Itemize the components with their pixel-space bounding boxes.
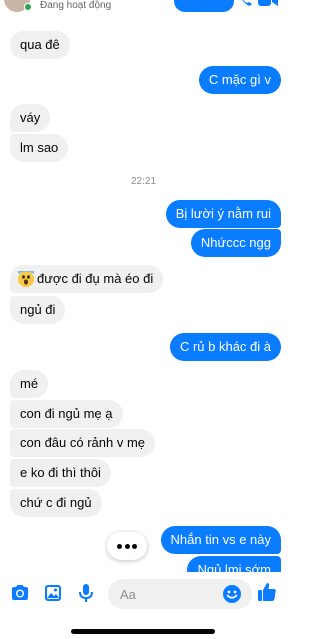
microphone-icon[interactable] bbox=[75, 582, 97, 604]
incoming-message[interactable]: lm sao bbox=[10, 134, 69, 162]
thumbs-up-icon[interactable] bbox=[256, 581, 278, 603]
outgoing-message[interactable]: Bị lười ý nằm rui bbox=[165, 200, 281, 228]
incoming-message[interactable]: con đi ngủ mẹ ạ bbox=[10, 400, 123, 428]
outgoing-message[interactable]: Nhắn tin vs e này bbox=[160, 526, 281, 554]
incoming-message[interactable]: mé bbox=[10, 370, 49, 398]
more-options-button[interactable] bbox=[107, 532, 147, 560]
dot-icon bbox=[132, 544, 137, 549]
message-text: được đi đụ mà éo đi bbox=[37, 271, 154, 286]
home-indicator bbox=[71, 629, 215, 634]
emoji-icon[interactable] bbox=[222, 584, 242, 604]
message-timestamp: 22:21 bbox=[130, 176, 157, 187]
incoming-message[interactable]: được đi đụ mà éo đi bbox=[10, 265, 164, 293]
online-status-dot bbox=[24, 3, 32, 11]
message-composer bbox=[0, 572, 287, 639]
active-status-text: Đang hoạt động bbox=[40, 0, 112, 11]
incoming-message[interactable]: qua đê bbox=[10, 31, 70, 59]
camera-icon[interactable] bbox=[9, 582, 31, 604]
dot-icon bbox=[117, 544, 122, 549]
video-call-icon[interactable] bbox=[258, 0, 278, 8]
chat-header: Đang hoạt động bbox=[0, 0, 287, 22]
outgoing-message[interactable]: C mặc gì v bbox=[198, 66, 281, 94]
incoming-message[interactable]: ngủ đi bbox=[10, 296, 66, 324]
incoming-message[interactable]: váy bbox=[10, 104, 51, 132]
incoming-message[interactable]: con đâu có rảnh v mẹ bbox=[10, 429, 156, 457]
scream-emoji-icon bbox=[18, 270, 34, 287]
phone-call-icon[interactable] bbox=[238, 0, 254, 8]
dot-icon bbox=[124, 544, 130, 549]
incoming-message[interactable]: chứ c đi ngủ bbox=[10, 489, 102, 517]
outgoing-message[interactable]: Nhứccc ngg bbox=[190, 229, 281, 257]
header-partial-bubble bbox=[174, 0, 234, 12]
incoming-message[interactable]: e ko đi thì thôi bbox=[10, 459, 111, 487]
gallery-icon[interactable] bbox=[42, 582, 64, 604]
outgoing-message[interactable]: C rủ b khác đi à bbox=[169, 333, 281, 361]
